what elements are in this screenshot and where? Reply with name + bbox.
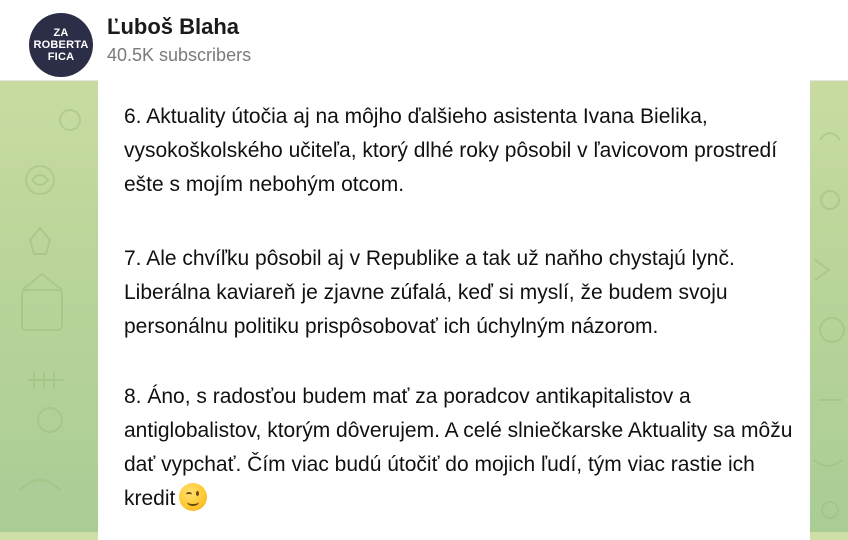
channel-avatar[interactable]: ZA ROBERTA FICA xyxy=(29,13,93,77)
avatar-text-line: ROBERTA xyxy=(33,39,89,51)
channel-title: Ľuboš Blaha xyxy=(107,14,240,39)
message-paragraph-last: 8. Áno, s radosťou budem mať za poradcov… xyxy=(124,380,804,516)
avatar-text-line: FICA xyxy=(47,51,75,63)
message-bubble[interactable]: 6. Aktuality útočia aj na môjho ďalšieho… xyxy=(98,80,810,540)
message-paragraph: 8. Áno, s radosťou budem mať za poradcov… xyxy=(124,385,793,510)
winking-face-icon xyxy=(179,483,208,511)
avatar-text-line: ZA xyxy=(53,27,69,39)
message-paragraph: 7. Ale chvíľku pôsobil aj v Republike a … xyxy=(124,247,735,338)
message-paragraph: 6. Aktuality útočia aj na môjho ďalšieho… xyxy=(124,105,778,196)
channel-header[interactable]: ZA ROBERTA FICA Ľuboš Blaha 40.5K subscr… xyxy=(0,0,848,81)
subscriber-count: 40.5K subscribers xyxy=(107,45,252,65)
